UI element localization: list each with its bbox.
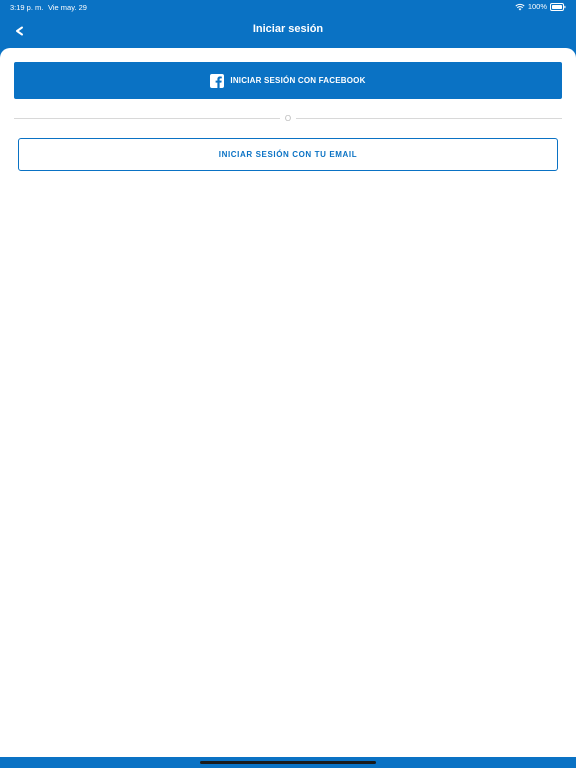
status-time: 3:19 p. m. bbox=[10, 3, 44, 12]
email-login-button[interactable]: INICIAR SESIÓN CON TU EMAIL bbox=[18, 138, 558, 171]
status-bar: 3:19 p. m. Vie may. 29 100% bbox=[0, 0, 576, 14]
status-indicators: 100% bbox=[515, 2, 566, 11]
divider-line bbox=[296, 118, 562, 119]
navigation-bar: Iniciar sesión bbox=[0, 14, 576, 48]
home-indicator[interactable] bbox=[200, 761, 376, 764]
email-login-label: INICIAR SESIÓN CON TU EMAIL bbox=[218, 150, 358, 159]
login-sheet: INICIAR SESIÓN CON FACEBOOK O INICIAR SE… bbox=[0, 48, 576, 757]
bottom-bar bbox=[0, 757, 576, 768]
wifi-icon bbox=[515, 3, 525, 11]
battery-percent: 100% bbox=[527, 2, 547, 11]
facebook-icon bbox=[210, 73, 225, 88]
battery-icon bbox=[550, 2, 566, 11]
or-divider: O bbox=[14, 114, 562, 124]
facebook-login-button[interactable]: INICIAR SESIÓN CON FACEBOOK bbox=[14, 62, 562, 99]
status-date: Vie may. 29 bbox=[48, 3, 87, 12]
page-title: Iniciar sesión bbox=[252, 23, 324, 35]
divider-text: O bbox=[284, 114, 292, 123]
facebook-login-label: INICIAR SESIÓN CON FACEBOOK bbox=[230, 76, 366, 85]
